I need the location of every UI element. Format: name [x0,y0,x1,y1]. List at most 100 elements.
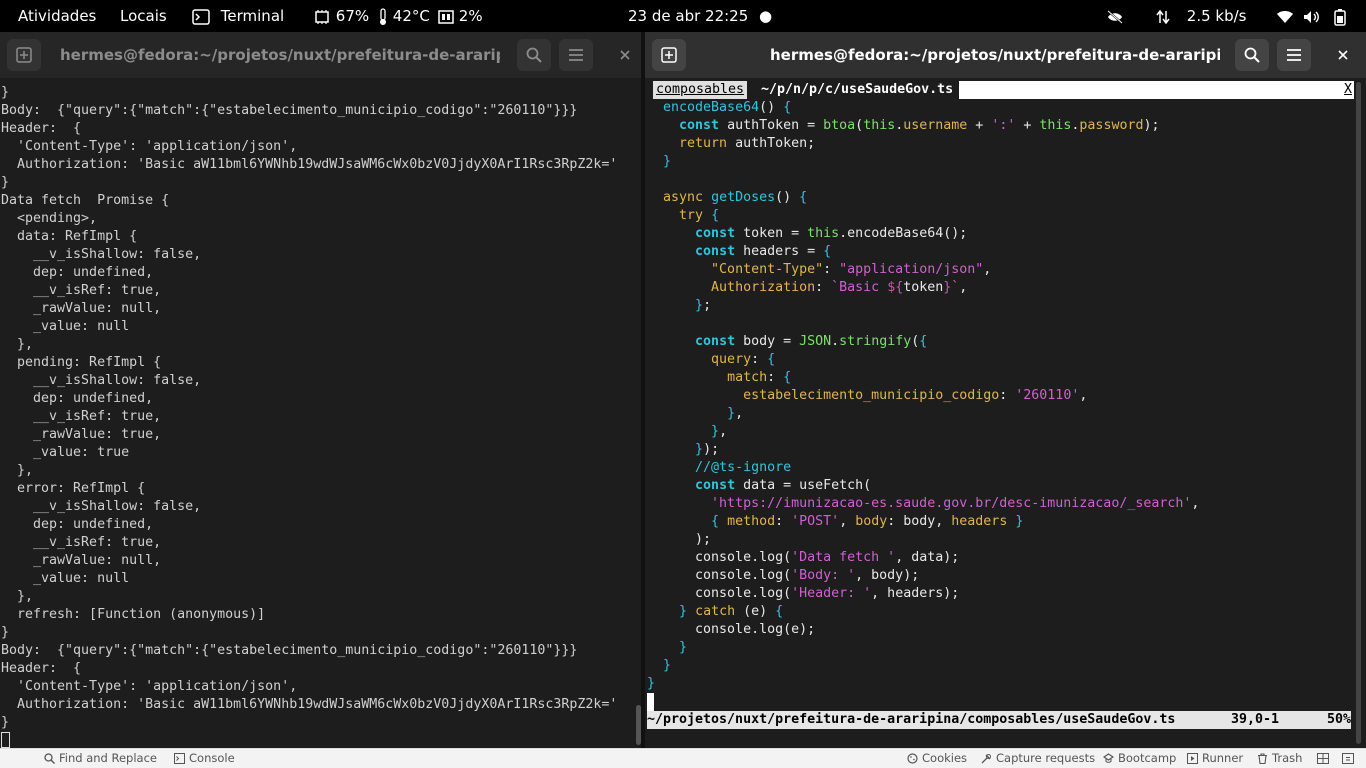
code-token: } [647,676,656,691]
code-token: try [679,208,704,223]
activities-button[interactable]: Atividades [18,0,96,32]
cpu-indicator[interactable]: 67% [313,0,369,32]
wifi-icon[interactable] [1276,0,1294,32]
right-headerbar[interactable]: hermes@fedora:~/projetos/nuxt/prefeitura… [645,32,1366,78]
vim-tab-composables[interactable]: composables [653,81,748,99]
code-token: authToken; [727,136,816,151]
code-token: "Content-Type" [711,262,824,277]
transfer-arrows-icon [1156,9,1170,24]
code-token: //@ts-ignore [695,460,792,475]
code-token: } [695,298,704,313]
code-line: "Content-Type": "application/json", [647,261,1351,279]
clock[interactable]: 23 de abr 22:25 [628,0,748,32]
code-token: ); [703,442,720,457]
console-button[interactable]: Console [174,749,235,768]
code-token: 'https://imunizacao-es.saude.gov.br/desc… [711,496,1192,511]
places-menu[interactable]: Locais [120,0,167,32]
temp-indicator[interactable]: 42°C [378,0,430,32]
new-tab-icon [661,47,677,63]
terminal-line: __v_isShallow: false, [1,499,202,514]
volume-icon[interactable] [1303,0,1321,32]
terminal-cursor [1,732,10,748]
code-token: , [839,514,856,529]
code-token: const [695,478,736,493]
code-token: catch [695,604,736,619]
vim-tab-close[interactable]: X [1344,81,1354,99]
terminal-line: Header: { [1,661,82,676]
vpn-off-icon[interactable] [1106,0,1124,32]
app-name: Terminal [220,7,285,25]
terminal-prompt-line[interactable] [1,732,631,748]
net-speed-value: 2.5 kb/s [1186,7,1247,25]
terminal-line: 'Content-Type': 'application/json', [1,139,298,154]
app-menu[interactable]: Terminal [192,0,284,32]
layout-icon[interactable] [1317,749,1333,768]
code-token: } [727,406,736,421]
terminal-line: <pending>, [1,211,98,226]
terminal-icon [192,8,210,25]
terminal-line: Data fetch Promise { [1,193,170,208]
code-token: btoa [823,118,856,133]
terminal-line: __v_isRef: true, [1,283,162,298]
code-token: { [767,352,776,367]
code-token: + [967,118,992,133]
memory-indicator[interactable]: 2% [438,0,483,32]
close-button[interactable] [609,39,641,71]
code-token: '260110' [1015,388,1080,403]
help-icon[interactable] [1342,749,1358,768]
code-token: 'POST' [791,514,840,529]
new-tab-button[interactable] [652,39,686,71]
code-token: : body, [887,514,952,529]
battery-icon[interactable] [1334,0,1346,32]
find-replace-label: Find and Replace [59,751,157,765]
code-line: async getDoses() { [647,189,1351,207]
cookies-button[interactable]: Cookies [907,749,967,768]
terminal-line: dep: undefined, [1,517,154,532]
terminal-line: __v_isRef: true, [1,409,162,424]
code-token: const [679,118,720,133]
code-line: ); [647,531,1351,549]
code-token: getDoses [711,190,776,205]
left-headerbar[interactable]: hermes@fedora:~/projetos/nuxt/prefeitura… [0,32,641,78]
search-button[interactable] [1235,39,1269,71]
new-tab-icon [16,47,32,63]
code-token: async [663,190,704,205]
code-token: body [855,514,888,529]
code-token: , [719,424,728,439]
menu-button[interactable] [1277,39,1311,71]
code-token: `Basic [831,280,888,295]
left-terminal-output[interactable]: } Body: {"query":{"match":{"estabelecimen… [1,84,631,748]
trash-button[interactable]: Trash [1257,749,1302,768]
code-token: () [759,100,784,115]
capture-requests-button[interactable]: Capture requests [981,749,1095,768]
right-terminal-window[interactable]: hermes@fedora:~/projetos/nuxt/prefeitura… [645,32,1366,748]
right-scrollbar[interactable] [1356,82,1361,744]
code-token: , [1191,496,1200,511]
code-token: , data); [895,550,960,565]
close-button[interactable] [1327,39,1359,71]
code-token: password [1079,118,1144,133]
vim-tab-current-file[interactable]: ~/p/n/p/c/useSaudeGov.ts [761,81,953,99]
bootcamp-button[interactable]: Bootcamp [1102,749,1176,768]
code-line: }); [647,441,1351,459]
menu-button[interactable] [559,39,593,71]
find-replace-button[interactable]: Find and Replace [44,749,157,768]
close-icon [1338,50,1348,60]
left-terminal-window[interactable]: hermes@fedora:~/projetos/nuxt/prefeitura… [0,32,641,748]
net-speed-indicator[interactable]: 2.5 kb/s [1156,0,1246,32]
capture-label: Capture requests [996,751,1096,765]
search-button[interactable] [517,39,551,71]
new-tab-button[interactable] [7,39,41,71]
code-line: } [647,657,1351,675]
vim-code-buffer[interactable]: encodeBase64() { const authToken = btoa(… [647,99,1351,693]
code-token: + [1015,118,1040,133]
code-token: body = [735,334,800,349]
runner-button[interactable]: Runner [1187,749,1243,768]
